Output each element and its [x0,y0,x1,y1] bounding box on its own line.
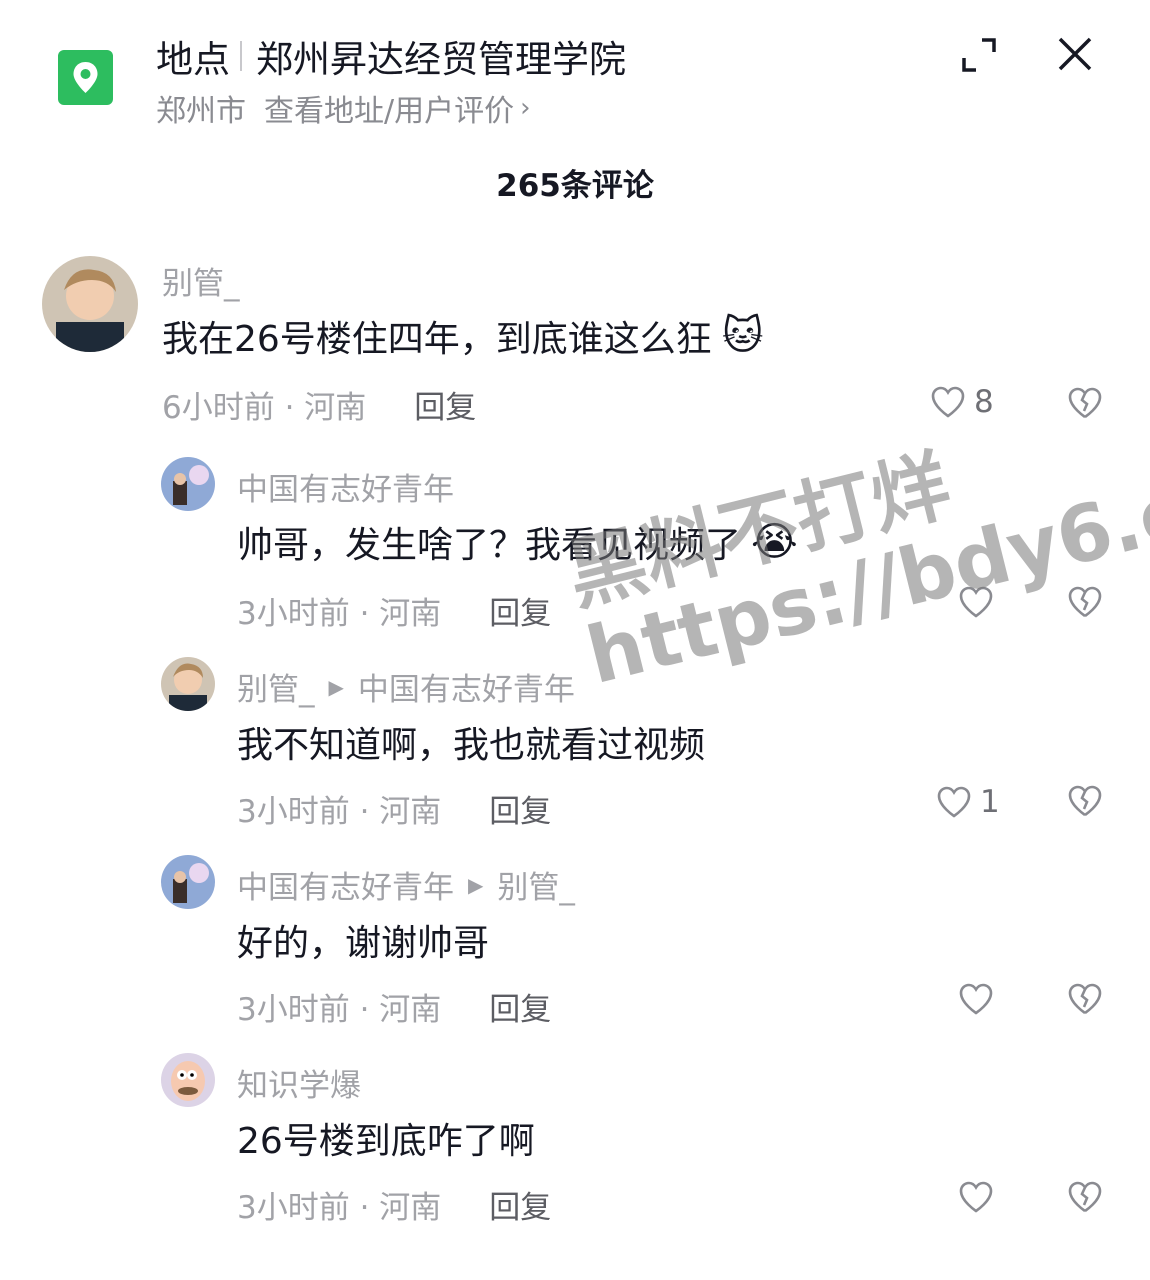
broken-heart-icon [1068,1181,1102,1213]
time-location: 3小时前 · 河南 [237,1190,442,1226]
comment-username[interactable]: 中国有志好青年 ▶ 别管_ [237,862,575,907]
comment-meta: 3小时前 · 河南 回复 [237,1182,551,1227]
watermark-line-1: 黑料不打烊 [558,440,959,623]
reply-button[interactable]: 回复 [489,1182,551,1227]
comment-text: 帅哥，发生啥了？我看见视频了 😭 [237,519,798,566]
like-button[interactable] [958,585,994,619]
cat-emoji-icon: 🐱 [721,313,764,359]
comment-username[interactable]: 别管_ [162,258,240,303]
time-location: 3小时前 · 河南 [237,794,442,830]
watermark-line-2: https://bdy6.co [578,453,1150,702]
broken-heart-icon [1068,387,1102,419]
expand-button[interactable] [960,36,998,74]
like-button[interactable]: 8 [930,384,994,420]
like-count: 1 [980,784,1000,820]
comment-meta: 3小时前 · 河南 回复 [237,786,551,831]
avatar[interactable] [42,256,138,352]
address-reviews-link[interactable]: 查看地址/用户评价 [264,86,514,130]
dislike-button[interactable] [1067,783,1103,823]
location-title: 地点 郑州昇达经贸管理学院 [156,32,626,81]
crying-face-emoji-icon: 😭 [751,519,798,565]
like-button[interactable]: 1 [936,784,1000,820]
comment-username[interactable]: 中国有志好青年 [237,464,454,509]
comment-meta: 3小时前 · 河南 回复 [237,984,551,1029]
city-label: 郑州市 [156,94,246,129]
dislike-button[interactable] [1067,385,1103,425]
avatar[interactable] [161,657,215,711]
reply-to-username[interactable]: 中国有志好青年 [358,664,575,709]
broken-heart-icon [1068,586,1102,618]
dislike-button[interactable] [1067,584,1103,624]
avatar[interactable] [161,457,215,511]
time-location: 3小时前 · 河南 [237,992,442,1028]
heart-icon [937,786,971,818]
like-count: 8 [974,384,994,420]
heart-icon [959,586,993,618]
like-button[interactable] [958,982,994,1016]
dislike-button[interactable] [1067,981,1103,1021]
close-button[interactable] [1056,35,1094,73]
comment-text: 我不知道啊，我也就看过视频 [237,725,706,766]
comment-meta: 6小时前 · 河南 回复 [162,382,476,427]
location-label: 地点 [156,38,230,81]
broken-heart-icon [1068,785,1102,817]
reply-button[interactable]: 回复 [489,984,551,1029]
reply-button[interactable]: 回复 [489,588,551,633]
like-button[interactable] [958,1180,994,1214]
avatar[interactable] [161,1053,215,1107]
avatar[interactable] [161,855,215,909]
location-pin-icon [58,50,113,105]
comment-text: 好的，谢谢帅哥 [237,923,490,964]
heart-icon [931,386,965,418]
broken-heart-icon [1068,983,1102,1015]
reply-to-username[interactable]: 别管_ [497,862,575,907]
comment-meta: 3小时前 · 河南 回复 [237,588,551,633]
comment-username[interactable]: 知识学爆 [237,1060,361,1105]
title-divider [240,41,242,71]
comments-count: 265条评论 [496,168,654,204]
close-icon [1058,37,1092,71]
time-location: 6小时前 · 河南 [162,390,367,426]
comment-text: 26号楼到底咋了啊 [237,1121,535,1162]
heart-icon [959,983,993,1015]
reply-arrow-icon: ▶ [468,872,484,897]
chevron-right-icon: › [520,93,531,123]
comment-username[interactable]: 别管_ ▶ 中国有志好青年 [237,664,575,709]
reply-button[interactable]: 回复 [414,382,476,427]
reply-arrow-icon: ▶ [328,674,344,699]
expand-icon [962,38,996,72]
reply-button[interactable]: 回复 [489,786,551,831]
location-subtitle: 郑州市 查看地址/用户评价 › [156,86,531,130]
heart-icon [959,1181,993,1213]
time-location: 3小时前 · 河南 [237,596,442,632]
comment-text: 我在26号楼住四年，到底谁这么狂 🐱 [162,313,764,360]
location-name: 郑州昇达经贸管理学院 [256,38,626,81]
dislike-button[interactable] [1067,1179,1103,1219]
